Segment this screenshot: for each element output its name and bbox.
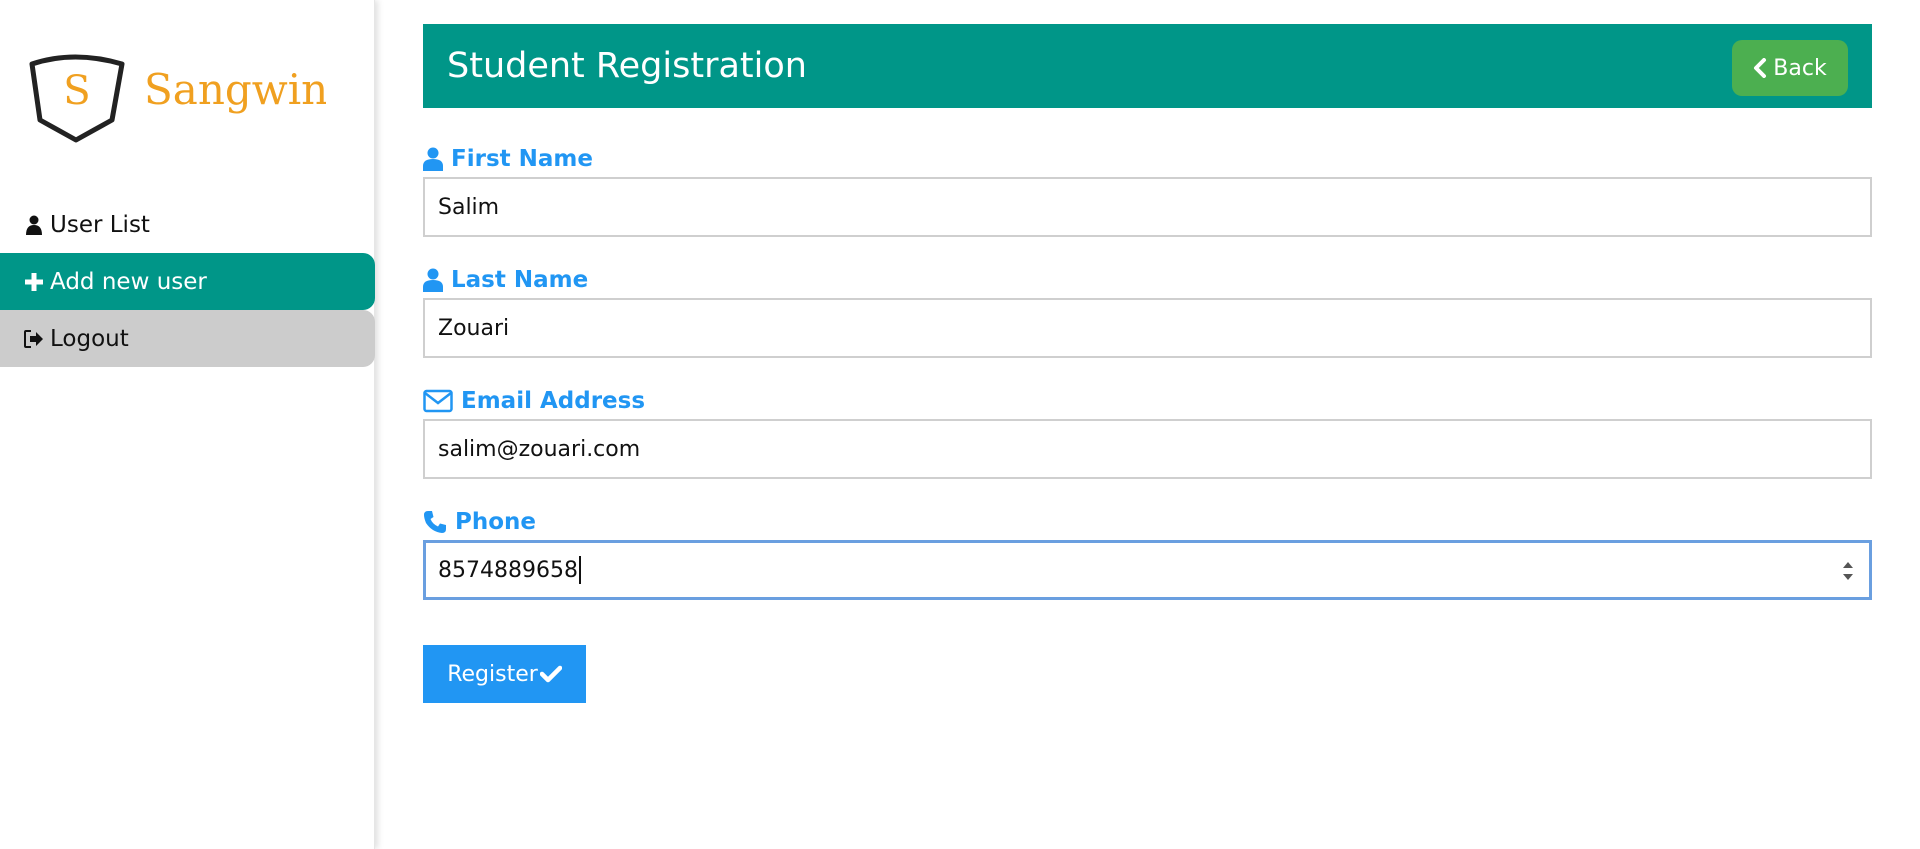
plus-icon [24, 272, 44, 292]
register-button[interactable]: Register [423, 645, 586, 703]
chevron-left-icon [1753, 58, 1767, 78]
sidebar-item-label: Add new user [50, 268, 207, 295]
email-group: Email Address salim@zouari.com [423, 384, 1872, 479]
first-name-label: First Name [423, 142, 1872, 176]
logout-icon [24, 329, 44, 349]
logo-text: Sangwin [144, 65, 326, 114]
user-icon [423, 147, 443, 171]
last-name-input[interactable]: Zouari [423, 298, 1872, 358]
user-icon [423, 268, 443, 292]
envelope-icon [423, 389, 453, 413]
check-icon [539, 665, 562, 683]
sidebar-item-logout[interactable]: Logout [0, 310, 375, 367]
spinner-up-icon [1843, 562, 1853, 568]
brand-logo[interactable]: S Sangwin [26, 48, 326, 144]
sidebar-item-add-new-user[interactable]: Add new user [0, 253, 375, 310]
phone-icon [423, 510, 447, 534]
sidebar-item-label: User List [50, 211, 150, 238]
back-button[interactable]: Back [1732, 40, 1848, 96]
email-label: Email Address [423, 384, 1872, 418]
text-caret [578, 556, 581, 584]
spinner-down-icon [1843, 574, 1853, 580]
phone-label: Phone [423, 505, 1872, 539]
user-icon [24, 215, 44, 235]
page-title: Student Registration [447, 46, 807, 86]
phone-input[interactable]: 8574889658 [423, 540, 1872, 600]
page-header: Student Registration Back [423, 24, 1872, 108]
sidebar: S Sangwin User List Add new user Logout [0, 0, 375, 849]
last-name-label: Last Name [423, 263, 1872, 297]
sidebar-item-label: Logout [50, 325, 129, 352]
email-input[interactable]: salim@zouari.com [423, 419, 1872, 479]
back-button-label: Back [1773, 55, 1827, 81]
first-name-input[interactable]: Salim [423, 177, 1872, 237]
app-root: S Sangwin User List Add new user Logout … [0, 0, 1920, 849]
number-spinner[interactable] [1838, 556, 1858, 586]
logo-letter: S [63, 68, 90, 114]
sidebar-item-user-list[interactable]: User List [0, 196, 375, 253]
sidebar-nav: User List Add new user Logout [0, 196, 375, 367]
last-name-group: Last Name Zouari [423, 263, 1872, 358]
phone-group: Phone 8574889658 [423, 505, 1872, 600]
first-name-group: First Name Salim [423, 142, 1872, 237]
